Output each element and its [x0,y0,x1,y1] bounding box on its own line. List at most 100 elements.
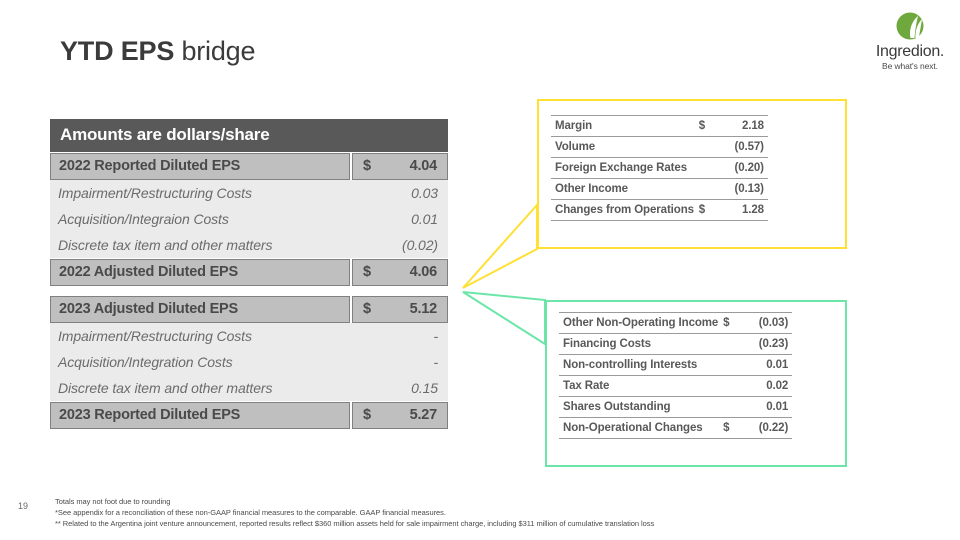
eps-row-value: 0.01 [350,206,448,232]
callout-row-label: Other Income [551,178,694,200]
callout-row-currency [693,157,710,179]
eps-bridge-table: Amounts are dollars/share 2022 Reported … [50,119,448,429]
eps-row-value: 5.12 [409,301,438,317]
callout-row-currency [718,375,735,397]
table-row: 2022 Reported Diluted EPS $4.04 [50,153,448,180]
eps-row-currency: $ [363,158,371,174]
table-row: Foreign Exchange Rates (0.20) [551,157,768,179]
operations-table: Margin $2.18 Volume (0.57) Foreign Exchange … [551,115,768,221]
callout-row-label: Foreign Exchange Rates [551,157,694,179]
callout-row-currency [718,333,735,355]
callout-row-value: (0.03) [734,312,793,334]
eps-row-currency: $ [363,301,371,317]
nonoperational-callout: Other Non-Operating Income $ (0.03) Financi… [545,300,847,467]
eps-row-value: 5.27 [409,407,438,423]
eps-row-value: 0.03 [350,180,448,206]
callout-row-currency [718,396,735,418]
eps-row-value-cell: $4.04 [352,153,448,180]
eps-row-currency: $ [363,264,371,280]
callout-row-value: 2.18 [709,115,768,137]
eps-row-label: 2023 Reported Diluted EPS [50,402,350,429]
eps-row-label: Acquisition/Integration Costs [50,349,350,375]
connector-operations [462,202,538,289]
callout-row-label: Non-Operational Changes [559,417,719,439]
eps-row-label: 2023 Adjusted Diluted EPS [50,296,350,323]
table-row: 2023 Adjusted Diluted EPS $5.12 [50,296,448,323]
callout-row-value: (0.57) [709,136,768,158]
table-row: Impairment/Restructuring Costs 0.03 [50,180,448,206]
eps-row-label: 2022 Reported Diluted EPS [50,153,350,180]
callout-row-label: Other Non-Operating Income [559,312,718,334]
callout-row-currency [693,136,710,158]
footnotes: Totals may not foot due to rounding *See… [55,496,855,530]
eps-row-label: Discrete tax item and other matters [50,232,350,258]
footnote-line: ** Related to the Argentina joint ventur… [55,519,655,529]
eps-row-value: - [350,349,448,375]
eps-row-label: Acquisition/Integraion Costs [50,206,350,232]
eps-row-value: (0.02) [350,232,448,258]
eps-row-value-cell: $5.27 [352,402,448,429]
callout-row-label: Non-controlling Interests [559,354,719,376]
table-row: Shares Outstanding 0.01 [559,396,793,418]
table-row: Non-Operational Changes $ (0.22) [559,417,793,439]
eps-row-spacer [50,286,448,295]
eps-row-label: Impairment/Restructuring Costs [50,323,350,349]
eps-row-currency: $ [363,407,371,423]
table-row: Discrete tax item and other matters (0.02… [50,232,448,258]
eps-row-value: 0.15 [350,375,448,401]
callout-row-label: Changes from Operations [551,199,694,221]
callout-row-label: Tax Rate [559,375,719,397]
callout-row-value: 0.01 [734,396,793,418]
callout-row-currency: $ [693,115,710,137]
table-row: Acquisition/Integration Costs - [50,349,448,375]
callout-row-value: (0.20) [709,157,768,179]
callout-row-currency [693,178,710,200]
table-row: Other Non-Operating Income $ (0.03) [559,312,793,334]
table-row: Other Income (0.13) [551,178,768,200]
connector-nonoperational [462,291,546,346]
callout-row-value: (0.13) [709,178,768,200]
nonoperational-table: Other Non-Operating Income $ (0.03) Financi… [559,312,793,439]
callout-row-currency: $ [718,312,735,334]
callout-row-label: Volume [551,136,694,158]
logo-tagline: Be what's next. [882,61,938,71]
leaf-logo-icon [896,12,924,40]
callout-row-value: (0.22) [734,417,793,439]
eps-row-value: 4.04 [409,158,438,174]
eps-table-body: 2022 Reported Diluted EPS $4.04 Impairment… [50,153,448,429]
table-row: Non-controlling Interests 0.01 [559,354,793,376]
table-row: 2022 Adjusted Diluted EPS $4.06 [50,259,448,286]
callout-row-currency: $ [693,199,710,221]
callout-row-label: Shares Outstanding [559,396,719,418]
table-row: Margin $2.18 [551,115,768,137]
eps-row-value-cell: $4.06 [352,259,448,286]
callout-row-value: 1.28 [709,199,768,221]
table-row: 2023 Reported Diluted EPS $5.27 [50,402,448,429]
eps-table-header: Amounts are dollars/share [50,119,448,152]
callout-row-label: Margin [551,115,694,137]
logo-wordmark: Ingredion. [875,43,945,60]
table-row: Volume (0.57) [551,136,768,158]
table-row: Tax Rate 0.02 [559,375,793,397]
eps-row-label: Impairment/Restructuring Costs [50,180,350,206]
eps-row-label: 2022 Adjusted Diluted EPS [50,259,350,286]
page-title-bold: YTD EPS [60,36,175,66]
callout-row-value: 0.01 [734,354,793,376]
eps-row-value: 4.06 [409,264,438,280]
table-row: Changes from Operations $1.28 [551,199,768,221]
eps-row-label: Discrete tax item and other matters [50,375,350,401]
table-row: Acquisition/Integraion Costs 0.01 [50,206,448,232]
table-row: Financing Costs (0.23) [559,333,793,355]
operations-callout: Margin $2.18 Volume (0.57) Foreign Exchange … [537,99,847,249]
callout-row-value: 0.02 [734,375,793,397]
callout-row-value: (0.23) [734,333,793,355]
table-row: Impairment/Restructuring Costs - [50,323,448,349]
table-row: Discrete tax item and other matters 0.15 [50,375,448,401]
callout-row-currency: $ [718,417,735,439]
eps-row-value-cell: $5.12 [352,296,448,323]
page-title-light: bridge [181,36,256,66]
eps-row-value: - [350,323,448,349]
footnote-line: Totals may not foot due to rounding [55,497,171,506]
callout-row-currency [718,354,735,376]
slide-number: 19 [18,501,29,511]
